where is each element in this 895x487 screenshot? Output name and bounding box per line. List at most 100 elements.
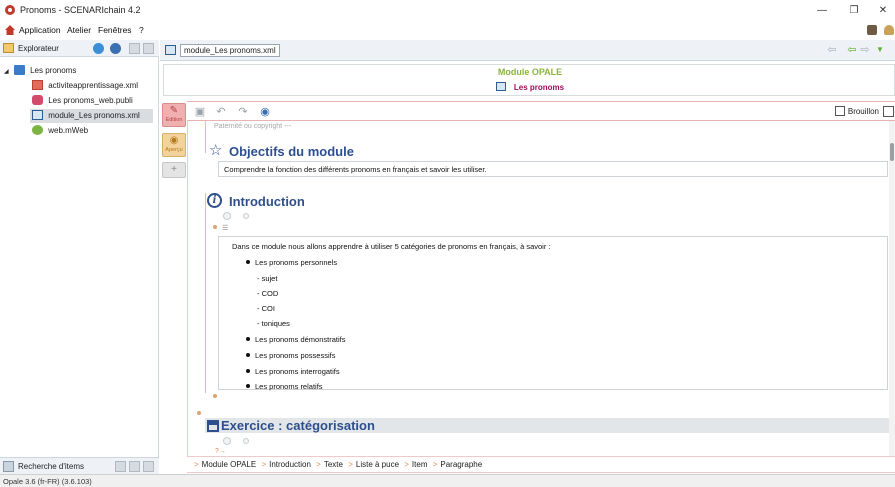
- tree-item-web[interactable]: web.mWeb: [32, 124, 88, 138]
- breadcrumb-item[interactable]: Module OPALE: [202, 460, 257, 469]
- breadcrumb-item[interactable]: Liste à puce: [356, 460, 399, 469]
- draft-label: Brouillon: [847, 107, 879, 116]
- plus-icon: +: [171, 164, 177, 175]
- metadata-icon[interactable]: [223, 437, 231, 445]
- breadcrumb-separator: >: [404, 460, 409, 469]
- tree-item-label: Les pronoms: [30, 66, 77, 75]
- minimize-button[interactable]: —: [812, 3, 832, 19]
- list-item: Les pronoms personnels: [245, 258, 338, 267]
- breadcrumb-item[interactable]: Paragraphe: [440, 460, 482, 469]
- back-icon[interactable]: ⇦: [826, 44, 838, 56]
- save-icon[interactable]: ▣: [194, 106, 206, 118]
- add-mode-button[interactable]: +: [162, 162, 186, 178]
- menu-fenetres[interactable]: Fenêtres: [98, 25, 132, 35]
- panel-option-icon[interactable]: [115, 461, 126, 472]
- explorer-header: Explorateur: [0, 40, 159, 57]
- forward-icon[interactable]: ⇨: [859, 44, 871, 56]
- info-icon: i: [207, 193, 222, 208]
- options-icon[interactable]: ◉: [259, 106, 271, 118]
- explorer-title: Explorateur: [18, 44, 59, 53]
- edition-mode-button[interactable]: ✎ Edition: [162, 103, 186, 127]
- exercise-icon: [207, 420, 219, 432]
- folder-icon: [3, 43, 14, 53]
- refresh-icon[interactable]: [93, 43, 104, 54]
- home-icon[interactable]: [5, 25, 15, 35]
- folder-icon: [13, 65, 25, 75]
- objectives-textbox[interactable]: Comprendre la fonction des différents pr…: [218, 161, 888, 177]
- question-marker-icon: ?→: [215, 448, 226, 455]
- redo-icon[interactable]: ↷: [237, 106, 249, 118]
- option-dot-icon[interactable]: [243, 438, 249, 444]
- draft-checkbox[interactable]: [834, 106, 845, 116]
- undo-icon[interactable]: ↶: [215, 106, 227, 118]
- explorer-panel: Explorateur ◢ Les pronoms activiteappren…: [0, 40, 159, 474]
- sub-list-item: - COD: [257, 289, 279, 298]
- insert-point-icon[interactable]: [213, 225, 217, 229]
- maximize-panel-icon[interactable]: [143, 43, 154, 54]
- draft-toggle[interactable]: Brouillon: [834, 106, 879, 116]
- options-icon[interactable]: [110, 43, 121, 54]
- dropdown-icon[interactable]: ▼: [874, 44, 886, 56]
- user-icon[interactable]: [884, 25, 894, 35]
- search-items-panel[interactable]: Recherche d'items: [0, 457, 159, 474]
- breadcrumb-item[interactable]: Texte: [324, 460, 343, 469]
- star-icon: ☆: [209, 142, 223, 159]
- breadcrumb-item[interactable]: Item: [412, 460, 428, 469]
- option-dot-icon[interactable]: [243, 213, 249, 219]
- restore-button[interactable]: ❐: [844, 3, 864, 19]
- panel-close-icon[interactable]: [143, 461, 154, 472]
- breadcrumb-item[interactable]: Introduction: [269, 460, 311, 469]
- tab-module[interactable]: module_Les pronoms.xml: [180, 44, 280, 57]
- insert-point-icon[interactable]: [213, 394, 217, 398]
- copyright-field[interactable]: Paternité ou copyright ---: [214, 123, 291, 130]
- tree-item-publication[interactable]: Les pronoms_web.publi: [32, 94, 133, 108]
- edition-label: Edition: [165, 117, 183, 123]
- expand-arrow-icon[interactable]: ◢: [4, 69, 9, 75]
- introduction-textbox[interactable]: Dans ce module nous allons apprendre à u…: [218, 236, 888, 391]
- breadcrumb-separator: >: [261, 460, 267, 469]
- module-icon: [495, 82, 506, 91]
- structure-line: [205, 193, 206, 393]
- module-title-text: Les pronoms: [513, 83, 565, 92]
- library-icon[interactable]: [867, 25, 877, 35]
- metadata-icon[interactable]: [223, 212, 231, 220]
- panel-restore-icon[interactable]: [129, 461, 140, 472]
- tree-item-label: web.mWeb: [48, 126, 89, 135]
- tree-root-item[interactable]: ◢ Les pronoms: [4, 64, 76, 78]
- list-item: Les pronoms interrogatifs: [246, 367, 340, 376]
- module-icon: [32, 110, 43, 120]
- insert-point-icon[interactable]: [197, 411, 201, 415]
- sub-list-item: - COI: [257, 304, 275, 313]
- editor-content: Paternité ou copyright --- ☆ Objectifs d…: [187, 121, 895, 456]
- minimize-panel-icon[interactable]: [129, 43, 140, 54]
- editor-scrollbar[interactable]: [889, 121, 895, 456]
- module-title: Les pronoms: [164, 82, 895, 92]
- scroll-thumb[interactable]: [890, 143, 894, 161]
- tree-item-label: module_Les pronoms.xml: [48, 111, 140, 120]
- previous-icon[interactable]: ⇦: [846, 44, 858, 56]
- exercise-title[interactable]: Exercice : catégorisation: [221, 418, 375, 433]
- breadcrumb-separator: >: [432, 460, 438, 469]
- menu-application[interactable]: Application: [19, 25, 61, 35]
- maximize-editor-icon[interactable]: [883, 106, 894, 117]
- breadcrumb-separator: >: [316, 460, 321, 469]
- menu-atelier[interactable]: Atelier: [67, 25, 91, 35]
- search-items-icon: [3, 461, 14, 472]
- close-button[interactable]: ✕: [873, 3, 893, 19]
- window-title: Pronoms - SCENARIchain 4.2: [20, 5, 141, 15]
- preview-mode-button[interactable]: ◉ Aperçu: [162, 133, 186, 157]
- tree-item-label: activiteapprentissage.xml: [48, 81, 139, 90]
- tree-item-activite[interactable]: activiteapprentissage.xml: [32, 79, 138, 93]
- list-item: Les pronoms possessifs: [245, 351, 336, 360]
- eye-icon: ◉: [169, 135, 179, 146]
- web-icon: [32, 125, 43, 135]
- menu-bar: Application Atelier Fenêtres ?: [0, 22, 895, 39]
- objectives-title[interactable]: Objectifs du module: [229, 144, 354, 159]
- publication-icon: [32, 95, 43, 105]
- module-header: Module OPALE Les pronoms: [163, 64, 895, 96]
- tree-item-module[interactable]: module_Les pronoms.xml: [30, 109, 153, 123]
- menu-help[interactable]: ?: [139, 25, 144, 35]
- module-type: Module OPALE: [497, 67, 563, 77]
- introduction-title[interactable]: Introduction: [229, 194, 305, 209]
- status-text: Opale 3.6 (fr-FR) (3.6.103): [3, 477, 92, 486]
